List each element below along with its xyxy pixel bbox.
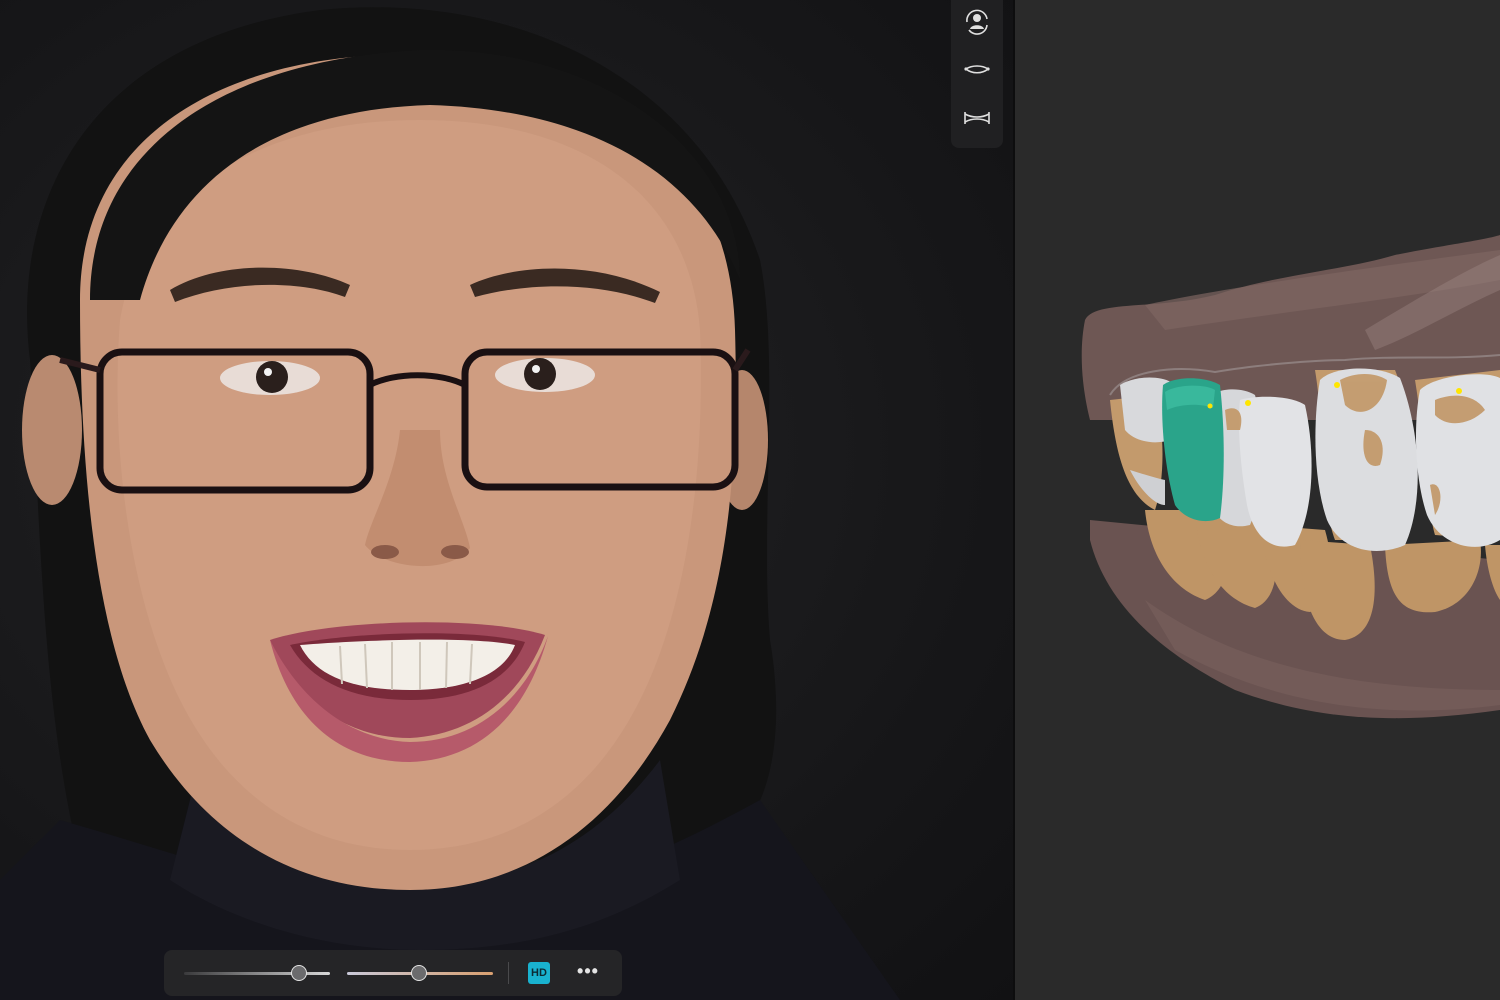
- lip-curve-button[interactable]: [957, 52, 997, 88]
- opacity-slider-track[interactable]: [184, 972, 330, 975]
- view-tool-strip: [951, 0, 1003, 148]
- patient-portrait-image: [0, 7, 900, 1000]
- more-options-button[interactable]: •••: [574, 960, 602, 986]
- dental-3d-viewport[interactable]: [1015, 0, 1500, 1000]
- arch-width-button[interactable]: [957, 100, 997, 136]
- lip-curve-icon: [964, 65, 990, 74]
- dental-arch-model: [1081, 235, 1500, 719]
- face-rotate-button[interactable]: [957, 4, 997, 40]
- toolbar-divider: [508, 962, 509, 984]
- hd-toggle-button[interactable]: HD: [528, 962, 550, 984]
- face-rotate-icon: [966, 9, 988, 35]
- arch-width-icon: [964, 112, 990, 124]
- shade-slider-thumb[interactable]: [410, 965, 427, 981]
- opacity-slider-thumb[interactable]: [291, 965, 308, 981]
- photo-bottom-toolbar: HD •••: [164, 950, 622, 996]
- patient-photo-viewport[interactable]: HD •••: [0, 0, 1013, 1000]
